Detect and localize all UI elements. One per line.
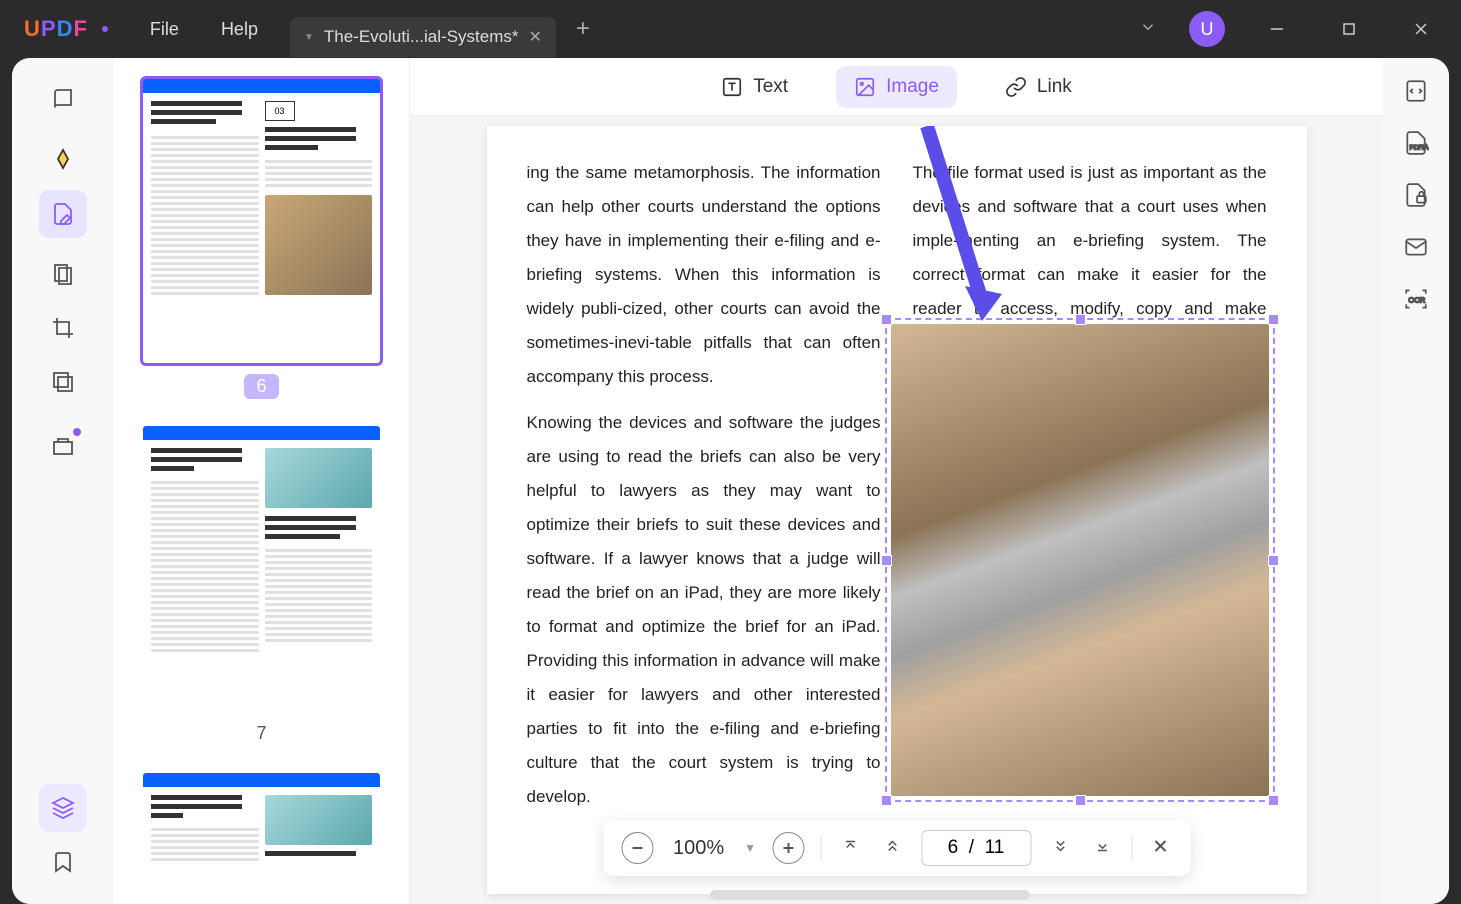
edit-image-label: Image: [886, 76, 939, 98]
edit-toolbar: Text Image Link: [410, 58, 1383, 116]
resize-handle-mr[interactable]: [1268, 555, 1279, 566]
left-sidebar: [12, 58, 114, 904]
pdfa-button[interactable]: PDF/A: [1403, 130, 1429, 156]
page-left-column: ing the same metamorphosis. The informat…: [527, 156, 881, 826]
zoom-in-button[interactable]: [772, 832, 804, 864]
organize-tool[interactable]: [39, 250, 87, 298]
edit-tool[interactable]: [39, 190, 87, 238]
titlebar: UPDF File Help ▼ The-Evoluti...ial-Syste…: [0, 0, 1461, 58]
close-window-button[interactable]: [1401, 9, 1441, 49]
next-page-button[interactable]: [1047, 833, 1073, 864]
tools-tool[interactable]: [39, 422, 87, 470]
titlebar-dropdown-icon[interactable]: [1139, 18, 1157, 41]
tab-close-icon[interactable]: ✕: [529, 27, 542, 47]
edit-link-label: Link: [1037, 76, 1072, 98]
tab-title: The-Evoluti...ial-Systems*: [324, 27, 519, 47]
user-avatar[interactable]: U: [1189, 11, 1225, 47]
bottom-toolbar: 100% ▼: [603, 820, 1190, 876]
prev-page-button[interactable]: [879, 833, 905, 864]
image-content: [891, 324, 1269, 796]
convert-button[interactable]: [1403, 78, 1429, 104]
ocr-button[interactable]: OCR: [1403, 286, 1429, 312]
page-number-input[interactable]: [921, 830, 1031, 866]
menu-help[interactable]: Help: [221, 19, 258, 40]
zoom-out-button[interactable]: [621, 832, 653, 864]
image-icon: [854, 76, 876, 98]
thumbnail-page-8[interactable]: [140, 770, 383, 870]
protect-button[interactable]: [1403, 182, 1429, 208]
thumbnail-page-6[interactable]: 03: [140, 76, 383, 366]
main-area: Text Image Link ing the same metamorphos…: [410, 58, 1383, 904]
logo-dot: [102, 26, 108, 32]
selected-image[interactable]: [891, 324, 1269, 796]
thumb-number-7: 7: [244, 721, 278, 746]
close-toolbar-button[interactable]: [1148, 834, 1172, 863]
edit-text-label: Text: [753, 76, 788, 98]
paragraph-1: ing the same metamorphosis. The informat…: [527, 156, 881, 394]
maximize-button[interactable]: [1329, 9, 1369, 49]
share-button[interactable]: [1403, 234, 1429, 260]
paragraph-2: Knowing the devices and software the jud…: [527, 406, 881, 814]
layers-tool[interactable]: [39, 784, 87, 832]
notification-dot: [73, 428, 81, 436]
comment-tool[interactable]: [39, 136, 87, 184]
crop-tool[interactable]: [39, 304, 87, 352]
minimize-button[interactable]: [1257, 9, 1297, 49]
bookmark-tool[interactable]: [39, 838, 87, 886]
edit-link-button[interactable]: Link: [987, 66, 1090, 108]
document-page[interactable]: ing the same metamorphosis. The informat…: [487, 126, 1307, 894]
edit-image-button[interactable]: Image: [836, 66, 957, 108]
last-page-button[interactable]: [1089, 833, 1115, 864]
zoom-value: 100%: [673, 837, 724, 860]
document-viewport[interactable]: ing the same metamorphosis. The informat…: [410, 116, 1383, 904]
horizontal-scrollbar[interactable]: [710, 890, 1030, 900]
thumbnail-page-7[interactable]: [140, 423, 383, 713]
redact-tool[interactable]: [39, 358, 87, 406]
right-sidebar: PDF/A OCR: [1383, 58, 1449, 904]
svg-text:PDF/A: PDF/A: [1410, 145, 1430, 152]
edit-text-button[interactable]: Text: [703, 66, 806, 108]
app-body: 03 6: [12, 58, 1449, 904]
text-icon: [721, 76, 743, 98]
menu-file[interactable]: File: [150, 19, 179, 40]
thumbnails-panel: 03 6: [114, 58, 410, 904]
link-icon: [1005, 76, 1027, 98]
app-logo: UPDF: [24, 16, 88, 42]
first-page-button[interactable]: [837, 833, 863, 864]
reader-tool[interactable]: [39, 76, 87, 124]
zoom-dropdown-icon[interactable]: ▼: [744, 841, 756, 855]
svg-text:OCR: OCR: [1408, 295, 1425, 304]
document-tab[interactable]: ▼ The-Evoluti...ial-Systems* ✕: [290, 17, 556, 57]
thumb-number-6: 6: [244, 374, 278, 399]
resize-handle-tr[interactable]: [1268, 314, 1279, 325]
resize-handle-br[interactable]: [1268, 795, 1279, 806]
new-tab-button[interactable]: +: [576, 15, 590, 43]
tab-dropdown-icon[interactable]: ▼: [304, 32, 314, 43]
